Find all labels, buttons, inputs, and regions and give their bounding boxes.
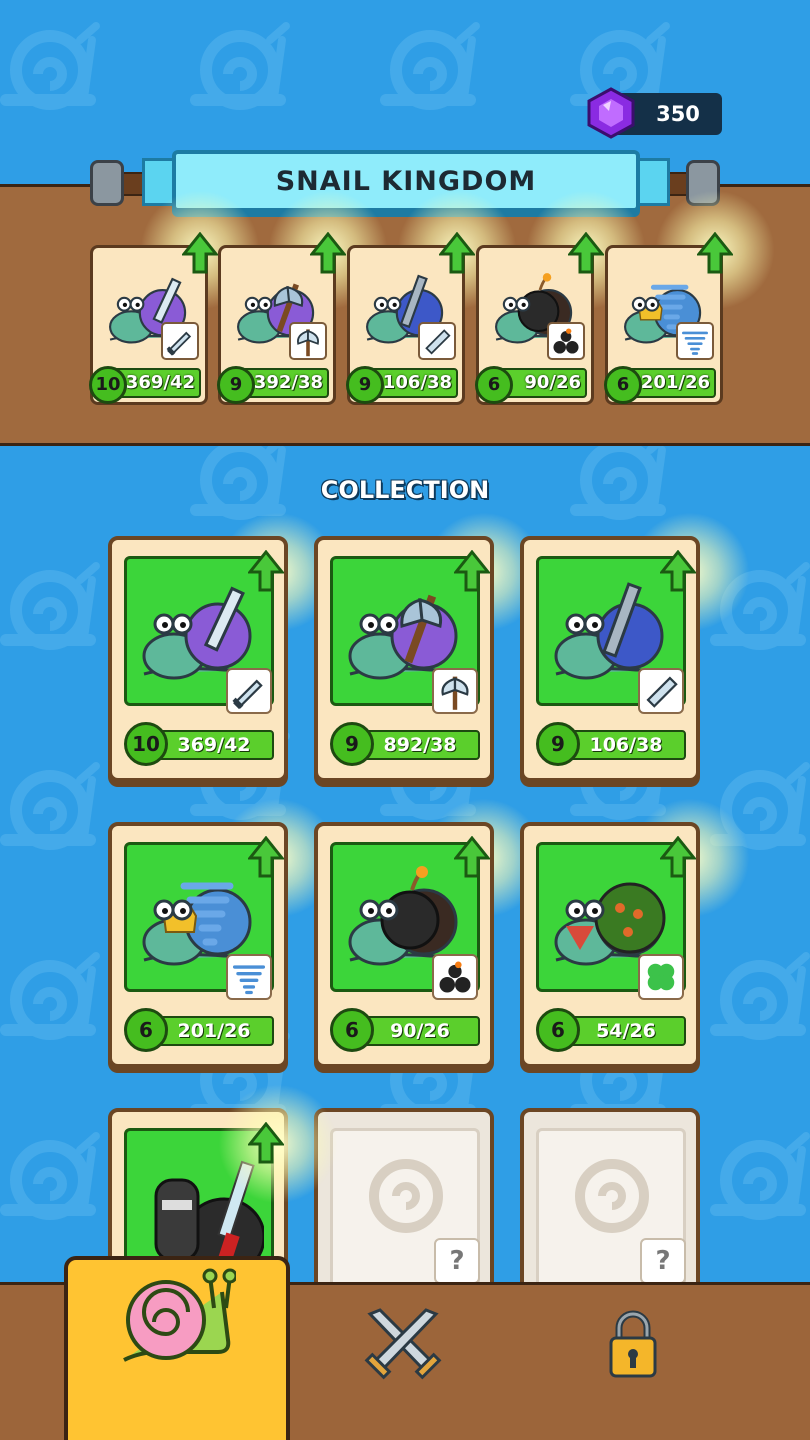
crossed-swords-icon[interactable] [356, 1306, 450, 1382]
level-badge: 10 [89, 366, 127, 404]
level-badge: 6 [124, 1008, 168, 1052]
axe-icon [289, 322, 327, 360]
upgrade-arrow-icon[interactable] [180, 231, 220, 274]
rod-knob-left [90, 160, 124, 206]
tornado-icon [676, 322, 714, 360]
locked-question-badge: ? [640, 1238, 686, 1284]
sword-icon [226, 668, 272, 714]
cannon-icon [638, 668, 684, 714]
purple-gem-icon [587, 87, 635, 139]
upgrade-arrow-icon[interactable] [437, 231, 477, 274]
snail-icon [123, 1268, 236, 1362]
bombs-icon [432, 954, 478, 1000]
level-badge: 9 [346, 366, 384, 404]
level-badge: 9 [330, 722, 374, 766]
cannon-icon [418, 322, 456, 360]
upgrade-arrow-icon[interactable] [246, 835, 286, 878]
level-badge: 6 [536, 1008, 580, 1052]
sword-icon [161, 322, 199, 360]
bombs-icon [547, 322, 585, 360]
locked-card[interactable]: ? [520, 1108, 700, 1308]
upgrade-arrow-icon[interactable] [658, 835, 698, 878]
level-badge: 10 [124, 722, 168, 766]
upgrade-arrow-icon[interactable] [246, 549, 286, 592]
snail-shell-icon [369, 1159, 443, 1233]
upgrade-arrow-icon[interactable] [308, 231, 348, 274]
tornado-icon [226, 954, 272, 1000]
locked-question-badge: ? [434, 1238, 480, 1284]
axe-icon [432, 668, 478, 714]
level-badge: 6 [330, 1008, 374, 1052]
upgrade-arrow-icon[interactable] [658, 549, 698, 592]
snail-shell-icon [575, 1159, 649, 1233]
upgrade-arrow-icon[interactable] [452, 549, 492, 592]
level-badge: 6 [604, 366, 642, 404]
level-badge: 6 [475, 366, 513, 404]
locked-card[interactable]: ? [314, 1108, 494, 1308]
clover-icon [638, 954, 684, 1000]
level-badge: 9 [217, 366, 255, 404]
upgrade-arrow-icon[interactable] [566, 231, 606, 274]
upgrade-arrow-icon[interactable] [695, 231, 735, 274]
padlock-icon[interactable] [608, 1308, 658, 1380]
collection-title: COLLECTION [320, 476, 490, 504]
upgrade-arrow-icon[interactable] [452, 835, 492, 878]
gem-count: 350 [656, 102, 700, 126]
upgrade-arrow-icon[interactable] [246, 1121, 286, 1164]
level-badge: 9 [536, 722, 580, 766]
